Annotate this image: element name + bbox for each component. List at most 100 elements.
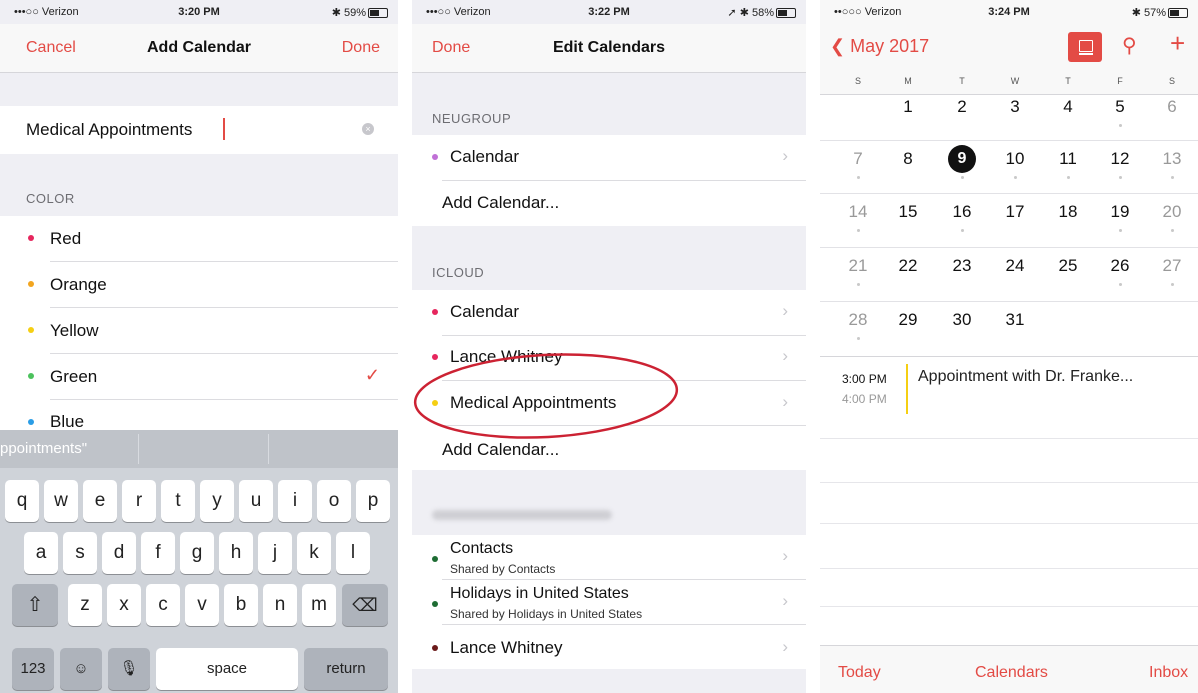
today-marker[interactable]: 9 <box>948 145 976 173</box>
key-z[interactable]: z <box>68 584 102 626</box>
add-calendar-button[interactable]: Add Calendar... <box>442 193 559 213</box>
day-cell[interactable]: 12 <box>1102 149 1138 169</box>
day-cell[interactable]: 17 <box>997 202 1033 222</box>
backspace-key-icon[interactable]: ⌫ <box>342 584 388 626</box>
add-event-icon[interactable]: + <box>1170 30 1185 56</box>
tab-calendars[interactable]: Calendars <box>975 664 1048 682</box>
search-icon[interactable]: ⚲ <box>1122 33 1137 58</box>
key-m[interactable]: m <box>302 584 336 626</box>
key-l[interactable]: l <box>336 532 370 574</box>
day-cell[interactable]: 23 <box>944 256 980 276</box>
calendar-color-dot-icon <box>432 645 438 651</box>
day-cell[interactable]: 14 <box>840 202 876 222</box>
key-r[interactable]: r <box>122 480 156 522</box>
color-option-red[interactable]: Red <box>0 216 398 261</box>
day-cell[interactable]: 31 <box>997 310 1033 330</box>
day-cell[interactable]: 18 <box>1050 202 1086 222</box>
day-cell[interactable]: 6 <box>1154 97 1190 117</box>
day-cell[interactable]: 7 <box>840 149 876 169</box>
key-h[interactable]: h <box>219 532 253 574</box>
calendar-name-input[interactable]: Medical Appointments <box>26 120 192 140</box>
day-cell[interactable]: 25 <box>1050 256 1086 276</box>
day-cell[interactable]: 26 <box>1102 256 1138 276</box>
day-cell[interactable]: 13 <box>1154 149 1190 169</box>
green-dot-icon <box>28 373 34 379</box>
key-x[interactable]: x <box>107 584 141 626</box>
chevron-right-icon: › <box>782 637 788 656</box>
color-option-yellow[interactable]: Yellow <box>0 308 398 353</box>
calendar-item[interactable]: Contacts Shared by Contacts › <box>412 535 806 579</box>
day-cell[interactable]: 10 <box>997 149 1033 169</box>
color-option-green[interactable]: Green ✓ <box>0 354 398 399</box>
tab-today[interactable]: Today <box>838 664 881 682</box>
done-button[interactable]: Done <box>432 39 470 57</box>
calendar-item[interactable]: Calendar › <box>412 290 806 335</box>
hour-line <box>820 606 1198 607</box>
day-cell[interactable]: 30 <box>944 310 980 330</box>
battery-icon <box>776 8 796 19</box>
emoji-key-icon[interactable]: ☺ <box>60 648 102 690</box>
day-cell[interactable]: 15 <box>890 202 926 222</box>
color-option-orange[interactable]: Orange <box>0 262 398 307</box>
color-label: Orange <box>50 275 107 294</box>
day-cell[interactable]: 5 <box>1102 97 1138 117</box>
clear-text-icon[interactable]: × <box>362 123 374 135</box>
key-u[interactable]: u <box>239 480 273 522</box>
day-cell[interactable]: 3 <box>997 97 1033 117</box>
key-t[interactable]: t <box>161 480 195 522</box>
day-cell[interactable]: 11 <box>1050 149 1086 169</box>
calendar-item[interactable]: Holidays in United States Shared by Holi… <box>412 580 806 624</box>
key-d[interactable]: d <box>102 532 136 574</box>
key-k[interactable]: k <box>297 532 331 574</box>
key-f[interactable]: f <box>141 532 175 574</box>
key-i[interactable]: i <box>278 480 312 522</box>
day-cell[interactable]: 1 <box>890 97 926 117</box>
list-view-toggle-icon[interactable] <box>1068 32 1102 62</box>
key-w[interactable]: w <box>44 480 78 522</box>
microphone-key-icon[interactable]: 🎙 <box>108 648 150 690</box>
numbers-key[interactable]: 123 <box>12 648 54 690</box>
return-key[interactable]: return <box>304 648 388 690</box>
calendar-color-dot-icon <box>432 309 438 315</box>
key-p[interactable]: p <box>356 480 390 522</box>
suggestion-item[interactable]: ppointments" <box>0 440 87 457</box>
event-start-time: 3:00 PM <box>842 372 887 386</box>
key-v[interactable]: v <box>185 584 219 626</box>
calendar-item[interactable]: Calendar › <box>412 135 806 180</box>
day-cell[interactable]: 19 <box>1102 202 1138 222</box>
key-q[interactable]: q <box>5 480 39 522</box>
day-cell[interactable]: 27 <box>1154 256 1190 276</box>
key-s[interactable]: s <box>63 532 97 574</box>
tab-inbox[interactable]: Inbox <box>1149 664 1188 682</box>
key-y[interactable]: y <box>200 480 234 522</box>
key-o[interactable]: o <box>317 480 351 522</box>
cancel-button[interactable]: Cancel <box>26 39 76 57</box>
key-n[interactable]: n <box>263 584 297 626</box>
key-e[interactable]: e <box>83 480 117 522</box>
day-cell[interactable]: 4 <box>1050 97 1086 117</box>
back-month-button[interactable]: ❮ May 2017 <box>830 36 929 57</box>
key-a[interactable]: a <box>24 532 58 574</box>
day-cell[interactable]: 29 <box>890 310 926 330</box>
day-cell[interactable]: 28 <box>840 310 876 330</box>
event-dot <box>857 337 860 340</box>
weekday-label: T <box>959 76 965 86</box>
day-cell[interactable]: 8 <box>890 149 926 169</box>
day-cell[interactable]: 22 <box>890 256 926 276</box>
done-button[interactable]: Done <box>342 39 380 57</box>
key-b[interactable]: b <box>224 584 258 626</box>
event-end-time: 4:00 PM <box>842 392 887 406</box>
day-cell[interactable]: 20 <box>1154 202 1190 222</box>
space-key[interactable]: space <box>156 648 298 690</box>
calendar-item[interactable]: Lance Whitney › <box>412 625 806 669</box>
day-cell[interactable]: 24 <box>997 256 1033 276</box>
calendar-name-field[interactable]: Medical Appointments × <box>0 106 398 154</box>
day-cell[interactable]: 2 <box>944 97 980 117</box>
shift-key-icon[interactable]: ⇧ <box>12 584 58 626</box>
key-g[interactable]: g <box>180 532 214 574</box>
event-row[interactable]: 3:00 PM 4:00 PM Appointment with Dr. Fra… <box>820 360 1198 416</box>
day-cell[interactable]: 16 <box>944 202 980 222</box>
key-c[interactable]: c <box>146 584 180 626</box>
key-j[interactable]: j <box>258 532 292 574</box>
day-cell[interactable]: 21 <box>840 256 876 276</box>
